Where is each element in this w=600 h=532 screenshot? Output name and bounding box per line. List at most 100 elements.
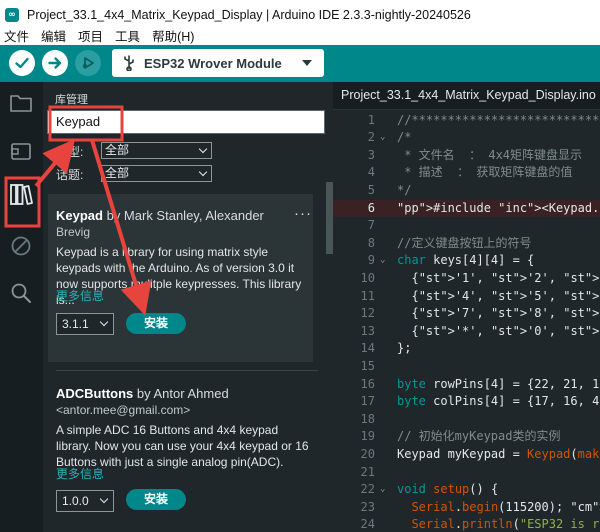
line-number: 22 [360, 482, 375, 497]
line-number: 3 [367, 147, 375, 162]
panel-heading: 库管理 [55, 94, 88, 106]
code-line[interactable]: 2 /* ⌄ [333, 129, 600, 147]
code-text: {"st">'4', "st">'5', "st">'6', "st">'B'}… [397, 288, 600, 303]
more-info-link[interactable]: 更多信息 [56, 466, 104, 482]
board-name: ESP32 Wrover Module [144, 55, 282, 71]
library-author-cont: Brevig [56, 225, 91, 239]
debug-button[interactable] [75, 50, 101, 76]
line-number: 19 [360, 429, 375, 444]
code-text: // 初始化myKeypad类的实例 [397, 429, 561, 444]
code-line[interactable]: 3 * 文件名 ： 4x4矩阵键盘显示 [333, 147, 600, 165]
menu-sketch[interactable]: 项目 [72, 29, 109, 45]
topic-filter-value: 全部 [105, 166, 130, 180]
version-value: 1.0.0 [62, 494, 89, 508]
board-manager-icon[interactable] [8, 138, 34, 164]
code-line[interactable]: 5 */ [333, 182, 600, 200]
arduino-logo-icon: ∞ [5, 7, 19, 22]
code-line[interactable]: 11 {"st">'4', "st">'5', "st">'6', "st">'… [333, 288, 600, 306]
line-number: 1 [367, 112, 375, 127]
library-card-adcbuttons: ADCButtons by Antor Ahmed <antor.mee@gma… [48, 372, 313, 532]
code-line[interactable]: 14}; [333, 340, 600, 358]
topic-filter-label: 话题: [56, 168, 84, 182]
fold-chevron-icon[interactable]: ⌄ [380, 129, 385, 147]
code-line[interactable]: 18 [333, 411, 600, 429]
install-button[interactable]: 安装 [126, 313, 186, 334]
code-line[interactable]: 21 [333, 464, 600, 482]
code-text: Serial.println("ESP32 is re [411, 517, 600, 532]
version-value: 3.1.1 [62, 317, 89, 331]
chevron-down-icon [99, 494, 109, 504]
code-text: {"st">'*', "st">'0', "st">'#', "st">'D'} [397, 323, 600, 338]
chevron-down-icon [302, 60, 312, 66]
code-text: //********************************* [397, 112, 600, 127]
code-line[interactable]: 7 [333, 217, 600, 235]
line-number: 15 [360, 358, 375, 373]
more-info-link[interactable]: 更多信息 [56, 288, 104, 304]
code-text: * 描述 ： 获取矩阵键盘的值 [397, 165, 573, 180]
editor-tab-bar: Project_33.1_4x4_Matrix_Keypad_Display.i… [333, 82, 600, 110]
topic-filter-select[interactable]: 全部 [101, 165, 212, 182]
fold-chevron-icon[interactable]: ⌄ [380, 481, 385, 499]
verify-button[interactable] [9, 50, 35, 76]
library-manager-panel: 库管理 Keypad 类型: 全部 话题: 全部 Keypad by Mark … [43, 82, 333, 532]
library-card-keypad: Keypad by Mark Stanley, Alexander Brevig… [48, 194, 313, 362]
library-search-input[interactable]: Keypad [47, 110, 325, 134]
code-line[interactable]: 23 Serial.begin(115200); "cm">// 初 [333, 499, 600, 517]
library-name: ADCButtons [56, 386, 134, 401]
code-text: void setup() { [397, 482, 499, 497]
chevron-down-icon [198, 144, 208, 154]
code-text: */ [397, 182, 412, 197]
code-line[interactable]: 19 // 初始化myKeypad类的实例 [333, 428, 600, 446]
type-filter-select[interactable]: 全部 [101, 142, 212, 159]
board-selector[interactable]: ESP32 Wrover Module [112, 49, 324, 77]
code-text: Keypad myKeypad = Keypad(make [397, 446, 600, 461]
folder-icon[interactable] [8, 90, 34, 116]
line-number: 21 [360, 464, 375, 479]
code-text: byte rowPins[4] = {22, 21, 19 [397, 376, 600, 391]
line-number: 10 [360, 270, 375, 285]
fold-chevron-icon[interactable]: ⌄ [380, 252, 385, 270]
code-line[interactable]: 9 char keys[4][4] = {⌄ [333, 252, 600, 270]
line-number: 7 [367, 218, 375, 233]
version-select[interactable]: 3.1.1 [56, 313, 114, 335]
debug-icon[interactable] [8, 233, 34, 259]
library-manager-icon[interactable] [8, 181, 34, 207]
upload-button[interactable] [42, 50, 68, 76]
code-line[interactable]: 15 [333, 358, 600, 376]
code-line[interactable]: 22 void setup() { ⌄ [333, 481, 600, 499]
line-number: 11 [360, 288, 375, 303]
line-number: 13 [360, 323, 375, 338]
line-number: 18 [360, 411, 375, 426]
code-line[interactable]: 20 Keypad myKeypad = Keypad(make [333, 446, 600, 464]
code-line[interactable]: 16 byte rowPins[4] = {22, 21, 19 [333, 376, 600, 394]
line-number: 24 [360, 517, 375, 532]
title-bar: ∞ Project_33.1_4x4_Matrix_Keypad_Display… [0, 0, 600, 29]
code-line[interactable]: 10 {"st">'1', "st">'2', "st">'3', "st">'… [333, 270, 600, 288]
menu-edit[interactable]: 编辑 [35, 29, 72, 45]
activity-bar [0, 82, 43, 532]
code-text: }; [397, 341, 412, 356]
code-line[interactable]: 1 //********************************* [333, 112, 600, 130]
menu-help[interactable]: 帮助(H) [146, 29, 200, 45]
line-number: 4 [367, 165, 375, 180]
code-line[interactable]: 24 Serial.println("ESP32 is re [333, 516, 600, 532]
code-line[interactable]: 4 * 描述 ： 获取矩阵键盘的值 [333, 164, 600, 182]
arrow-right-icon [48, 57, 62, 69]
menu-tools[interactable]: 工具 [109, 29, 146, 45]
more-options-icon[interactable]: ··· [294, 205, 312, 222]
code-line[interactable]: 6 "pp">#include "inc"><Keypad.h> [333, 199, 600, 218]
version-select[interactable]: 1.0.0 [56, 490, 114, 512]
code-line[interactable]: 17 byte colPins[4] = {17, 16, 4, [333, 393, 600, 411]
scrollbar-thumb[interactable] [326, 182, 333, 254]
line-number: 5 [367, 182, 375, 197]
code-line[interactable]: 8 //定义键盘按钮上的符号 [333, 235, 600, 253]
code-editor: Project_33.1_4x4_Matrix_Keypad_Display.i… [333, 82, 600, 532]
code-line[interactable]: 12 {"st">'7', "st">'8', "st">'9', "st">'… [333, 305, 600, 323]
search-icon[interactable] [8, 280, 34, 306]
install-button[interactable]: 安装 [126, 489, 186, 510]
editor-tab[interactable]: Project_33.1_4x4_Matrix_Keypad_Display.i… [341, 88, 596, 102]
toolbar: ESP32 Wrover Module [0, 45, 600, 82]
menu-file[interactable]: 文件 [0, 29, 35, 45]
code-line[interactable]: 13 {"st">'*', "st">'0', "st">'#', "st">'… [333, 323, 600, 341]
code-text: //定义键盘按钮上的符号 [397, 235, 532, 250]
